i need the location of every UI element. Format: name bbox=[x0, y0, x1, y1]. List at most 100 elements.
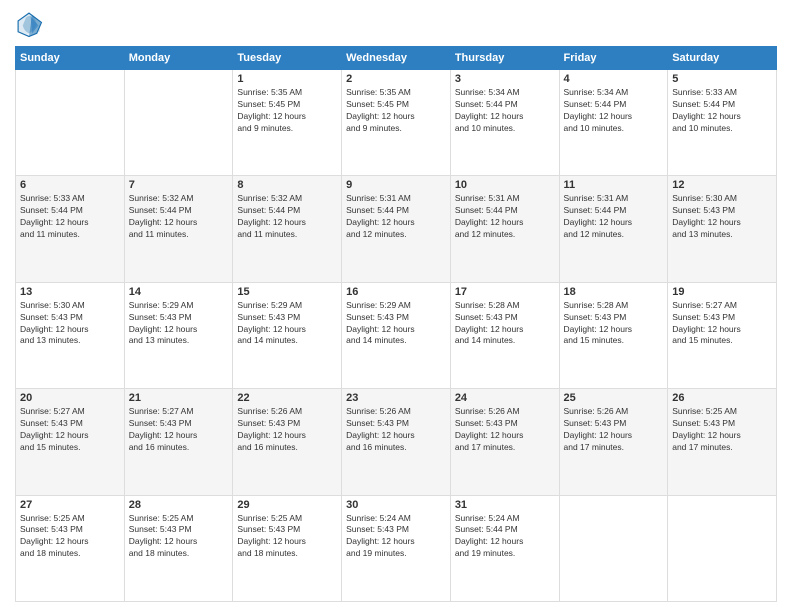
day-number: 29 bbox=[237, 499, 337, 511]
weekday-header-tuesday: Tuesday bbox=[233, 47, 342, 70]
calendar-cell: 30 Sunrise: 5:24 AM Sunset: 5:43 PM Dayli… bbox=[342, 495, 451, 601]
day-number: 14 bbox=[129, 286, 229, 298]
day-info: Sunrise: 5:34 AM Sunset: 5:44 PM Dayligh… bbox=[564, 87, 664, 135]
logo-icon bbox=[15, 10, 43, 38]
day-number: 28 bbox=[129, 499, 229, 511]
calendar-cell: 22 Sunrise: 5:26 AM Sunset: 5:43 PM Dayli… bbox=[233, 389, 342, 495]
day-info: Sunrise: 5:35 AM Sunset: 5:45 PM Dayligh… bbox=[346, 87, 446, 135]
calendar-cell: 17Sunrise: 5:28 AM Sunset: 5:43 PM Dayli… bbox=[450, 282, 559, 388]
day-info: Sunrise: 5:33 AM Sunset: 5:44 PM Dayligh… bbox=[20, 193, 120, 241]
day-number: 6 bbox=[20, 179, 120, 191]
calendar-cell: 26 Sunrise: 5:25 AM Sunset: 5:43 PM Dayli… bbox=[668, 389, 777, 495]
calendar-cell bbox=[124, 70, 233, 176]
day-number: 21 bbox=[129, 392, 229, 404]
day-number: 1 bbox=[237, 73, 337, 85]
day-number: 12 bbox=[672, 179, 772, 191]
day-info: Sunrise: 5:26 AM Sunset: 5:43 PM Dayligh… bbox=[564, 406, 664, 454]
calendar-cell: 23Sunrise: 5:26 AM Sunset: 5:43 PM Dayli… bbox=[342, 389, 451, 495]
day-info: Sunrise: 5:31 AM Sunset: 5:44 PM Dayligh… bbox=[564, 193, 664, 241]
calendar-cell bbox=[559, 495, 668, 601]
day-info: Sunrise: 5:29 AM Sunset: 5:43 PM Dayligh… bbox=[237, 300, 337, 348]
week-row-5: 27 Sunrise: 5:25 AM Sunset: 5:43 PM Dayli… bbox=[16, 495, 777, 601]
calendar-cell: 5 Sunrise: 5:33 AM Sunset: 5:44 PM Daylig… bbox=[668, 70, 777, 176]
calendar-cell bbox=[16, 70, 125, 176]
day-number: 10 bbox=[455, 179, 555, 191]
calendar-cell: 11 Sunrise: 5:31 AM Sunset: 5:44 PM Dayli… bbox=[559, 176, 668, 282]
day-number: 26 bbox=[672, 392, 772, 404]
week-row-3: 13 Sunrise: 5:30 AM Sunset: 5:43 PM Dayli… bbox=[16, 282, 777, 388]
calendar-cell: 9Sunrise: 5:31 AM Sunset: 5:44 PM Daylig… bbox=[342, 176, 451, 282]
calendar-cell: 7Sunrise: 5:32 AM Sunset: 5:44 PM Daylig… bbox=[124, 176, 233, 282]
calendar-cell: 18Sunrise: 5:28 AM Sunset: 5:43 PM Dayli… bbox=[559, 282, 668, 388]
calendar-cell: 20 Sunrise: 5:27 AM Sunset: 5:43 PM Dayli… bbox=[16, 389, 125, 495]
day-number: 20 bbox=[20, 392, 120, 404]
week-row-2: 6 Sunrise: 5:33 AM Sunset: 5:44 PM Daylig… bbox=[16, 176, 777, 282]
day-info: Sunrise: 5:28 AM Sunset: 5:43 PM Dayligh… bbox=[564, 300, 664, 348]
day-info: Sunrise: 5:30 AM Sunset: 5:43 PM Dayligh… bbox=[20, 300, 120, 348]
day-info: Sunrise: 5:27 AM Sunset: 5:43 PM Dayligh… bbox=[129, 406, 229, 454]
calendar-cell: 2 Sunrise: 5:35 AM Sunset: 5:45 PM Daylig… bbox=[342, 70, 451, 176]
day-info: Sunrise: 5:24 AM Sunset: 5:44 PM Dayligh… bbox=[455, 513, 555, 561]
calendar-cell: 27 Sunrise: 5:25 AM Sunset: 5:43 PM Dayli… bbox=[16, 495, 125, 601]
calendar-cell: 31 Sunrise: 5:24 AM Sunset: 5:44 PM Dayli… bbox=[450, 495, 559, 601]
weekday-header-wednesday: Wednesday bbox=[342, 47, 451, 70]
page: SundayMondayTuesdayWednesdayThursdayFrid… bbox=[0, 0, 792, 612]
day-number: 9 bbox=[346, 179, 446, 191]
day-number: 24 bbox=[455, 392, 555, 404]
weekday-header-friday: Friday bbox=[559, 47, 668, 70]
day-info: Sunrise: 5:34 AM Sunset: 5:44 PM Dayligh… bbox=[455, 87, 555, 135]
day-info: Sunrise: 5:26 AM Sunset: 5:43 PM Dayligh… bbox=[237, 406, 337, 454]
calendar-cell: 15 Sunrise: 5:29 AM Sunset: 5:43 PM Dayli… bbox=[233, 282, 342, 388]
day-info: Sunrise: 5:27 AM Sunset: 5:43 PM Dayligh… bbox=[20, 406, 120, 454]
calendar-cell: 25 Sunrise: 5:26 AM Sunset: 5:43 PM Dayli… bbox=[559, 389, 668, 495]
weekday-header-saturday: Saturday bbox=[668, 47, 777, 70]
calendar-cell: 3Sunrise: 5:34 AM Sunset: 5:44 PM Daylig… bbox=[450, 70, 559, 176]
weekday-header-thursday: Thursday bbox=[450, 47, 559, 70]
calendar-cell: 28 Sunrise: 5:25 AM Sunset: 5:43 PM Dayli… bbox=[124, 495, 233, 601]
weekday-header-sunday: Sunday bbox=[16, 47, 125, 70]
day-number: 25 bbox=[564, 392, 664, 404]
day-number: 2 bbox=[346, 73, 446, 85]
day-number: 13 bbox=[20, 286, 120, 298]
calendar-cell: 19 Sunrise: 5:27 AM Sunset: 5:43 PM Dayli… bbox=[668, 282, 777, 388]
day-number: 7 bbox=[129, 179, 229, 191]
day-number: 8 bbox=[237, 179, 337, 191]
day-info: Sunrise: 5:26 AM Sunset: 5:43 PM Dayligh… bbox=[455, 406, 555, 454]
day-number: 22 bbox=[237, 392, 337, 404]
day-number: 19 bbox=[672, 286, 772, 298]
day-info: Sunrise: 5:25 AM Sunset: 5:43 PM Dayligh… bbox=[129, 513, 229, 561]
day-number: 30 bbox=[346, 499, 446, 511]
weekday-header-row: SundayMondayTuesdayWednesdayThursdayFrid… bbox=[16, 47, 777, 70]
calendar-cell: 21 Sunrise: 5:27 AM Sunset: 5:43 PM Dayli… bbox=[124, 389, 233, 495]
day-info: Sunrise: 5:24 AM Sunset: 5:43 PM Dayligh… bbox=[346, 513, 446, 561]
calendar-cell: 13 Sunrise: 5:30 AM Sunset: 5:43 PM Dayli… bbox=[16, 282, 125, 388]
calendar-cell: 1 Sunrise: 5:35 AM Sunset: 5:45 PM Daylig… bbox=[233, 70, 342, 176]
day-number: 23 bbox=[346, 392, 446, 404]
calendar-cell: 14 Sunrise: 5:29 AM Sunset: 5:43 PM Dayli… bbox=[124, 282, 233, 388]
calendar-cell: 16 Sunrise: 5:29 AM Sunset: 5:43 PM Dayli… bbox=[342, 282, 451, 388]
day-info: Sunrise: 5:29 AM Sunset: 5:43 PM Dayligh… bbox=[346, 300, 446, 348]
day-number: 31 bbox=[455, 499, 555, 511]
calendar-cell: 8 Sunrise: 5:32 AM Sunset: 5:44 PM Daylig… bbox=[233, 176, 342, 282]
calendar-cell: 10Sunrise: 5:31 AM Sunset: 5:44 PM Dayli… bbox=[450, 176, 559, 282]
calendar-cell: 24 Sunrise: 5:26 AM Sunset: 5:43 PM Dayli… bbox=[450, 389, 559, 495]
day-info: Sunrise: 5:29 AM Sunset: 5:43 PM Dayligh… bbox=[129, 300, 229, 348]
day-info: Sunrise: 5:28 AM Sunset: 5:43 PM Dayligh… bbox=[455, 300, 555, 348]
logo bbox=[15, 10, 47, 38]
day-number: 5 bbox=[672, 73, 772, 85]
calendar-table: SundayMondayTuesdayWednesdayThursdayFrid… bbox=[15, 46, 777, 602]
calendar-cell bbox=[668, 495, 777, 601]
day-info: Sunrise: 5:27 AM Sunset: 5:43 PM Dayligh… bbox=[672, 300, 772, 348]
calendar-cell: 12Sunrise: 5:30 AM Sunset: 5:43 PM Dayli… bbox=[668, 176, 777, 282]
day-number: 4 bbox=[564, 73, 664, 85]
day-number: 16 bbox=[346, 286, 446, 298]
day-info: Sunrise: 5:35 AM Sunset: 5:45 PM Dayligh… bbox=[237, 87, 337, 135]
day-info: Sunrise: 5:33 AM Sunset: 5:44 PM Dayligh… bbox=[672, 87, 772, 135]
day-number: 15 bbox=[237, 286, 337, 298]
day-info: Sunrise: 5:25 AM Sunset: 5:43 PM Dayligh… bbox=[672, 406, 772, 454]
day-number: 27 bbox=[20, 499, 120, 511]
day-info: Sunrise: 5:25 AM Sunset: 5:43 PM Dayligh… bbox=[20, 513, 120, 561]
day-info: Sunrise: 5:32 AM Sunset: 5:44 PM Dayligh… bbox=[237, 193, 337, 241]
day-number: 11 bbox=[564, 179, 664, 191]
calendar-cell: 6 Sunrise: 5:33 AM Sunset: 5:44 PM Daylig… bbox=[16, 176, 125, 282]
